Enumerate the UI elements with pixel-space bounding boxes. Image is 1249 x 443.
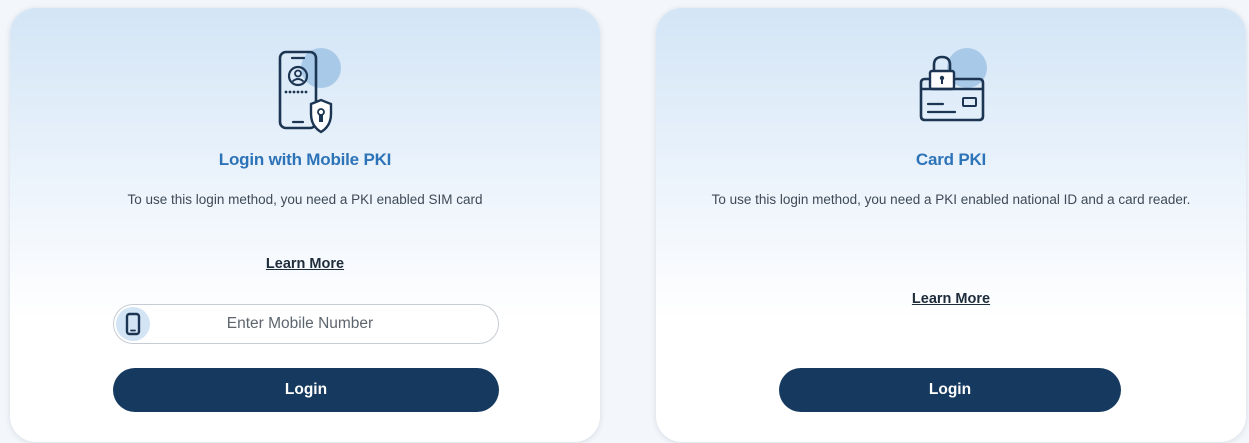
card-pki-card: Card PKI To use this login method, you n… — [656, 8, 1246, 442]
card-pki-description: To use this login method, you need a PKI… — [711, 192, 1191, 207]
mobile-pki-card: Login with Mobile PKI To use this login … — [10, 8, 600, 442]
card-pki-title: Card PKI — [915, 150, 987, 169]
card-pki-login-button[interactable]: Login — [779, 368, 1121, 412]
card-pki-icon — [901, 46, 1001, 138]
mobile-pki-learn-more-link[interactable]: Learn More — [10, 256, 600, 272]
card-pki-learn-more-link[interactable]: Learn More — [656, 291, 1246, 307]
mobile-pki-description: To use this login method, you need a PKI… — [127, 192, 483, 207]
mobile-pki-login-button[interactable]: Login — [113, 368, 499, 412]
mobile-pki-icon — [255, 46, 355, 138]
mobile-number-field[interactable] — [113, 304, 499, 344]
mobile-number-input[interactable] — [158, 305, 482, 343]
mobile-pki-title: Login with Mobile PKI — [218, 150, 392, 169]
phone-icon — [116, 307, 150, 341]
